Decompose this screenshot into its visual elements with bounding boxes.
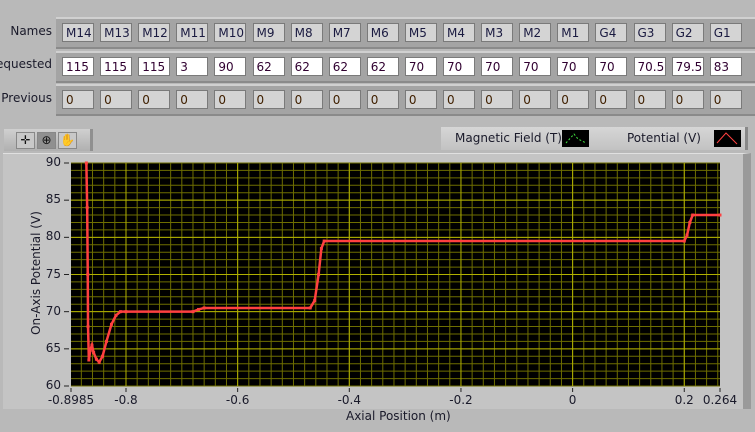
- x-tick-label: 0.264: [702, 393, 738, 407]
- data-point: [101, 354, 105, 358]
- y-tick-label: 85: [45, 192, 61, 207]
- data-point: [90, 343, 94, 347]
- data-point: [86, 325, 90, 329]
- data-point: [718, 213, 722, 217]
- potential-plot[interactable]: [0, 0, 755, 432]
- x-tick-label: -0.8985: [47, 393, 95, 407]
- data-point: [88, 348, 92, 352]
- data-point: [104, 339, 108, 343]
- x-tick-label: 0: [568, 393, 577, 407]
- data-point: [109, 322, 113, 326]
- data-point: [92, 351, 96, 355]
- data-point: [97, 360, 101, 364]
- x-tick-label: -0.4: [337, 393, 362, 407]
- data-point: [84, 161, 88, 165]
- data-point: [94, 357, 98, 361]
- x-tick-label: -0.2: [449, 393, 473, 407]
- y-axis-label: On-Axis Potential (V): [29, 211, 43, 335]
- y-tick-label: 90: [45, 155, 61, 169]
- x-tick-label: -0.6: [225, 393, 250, 407]
- data-point: [688, 220, 692, 224]
- data-point: [118, 310, 122, 314]
- data-point: [682, 239, 686, 243]
- data-point: [322, 239, 326, 243]
- x-tick-label: 0.2: [674, 393, 694, 407]
- data-point: [86, 273, 90, 276]
- data-point: [124, 310, 128, 314]
- data-point: [319, 246, 323, 250]
- data-point: [85, 206, 89, 210]
- data-point: [685, 233, 689, 237]
- data-point: [87, 358, 91, 362]
- data-point: [191, 310, 195, 314]
- data-point: [197, 307, 201, 311]
- data-point: [114, 313, 118, 317]
- y-tick-label: 60: [45, 378, 61, 392]
- x-axis-label: Axial Position (m): [346, 409, 451, 423]
- data-point: [317, 273, 321, 276]
- data-point: [308, 306, 312, 310]
- data-point: [313, 299, 317, 303]
- y-tick-label: 65: [45, 340, 61, 355]
- x-tick-label: -0.8: [114, 393, 138, 407]
- data-point: [691, 213, 695, 217]
- data-point: [202, 306, 206, 310]
